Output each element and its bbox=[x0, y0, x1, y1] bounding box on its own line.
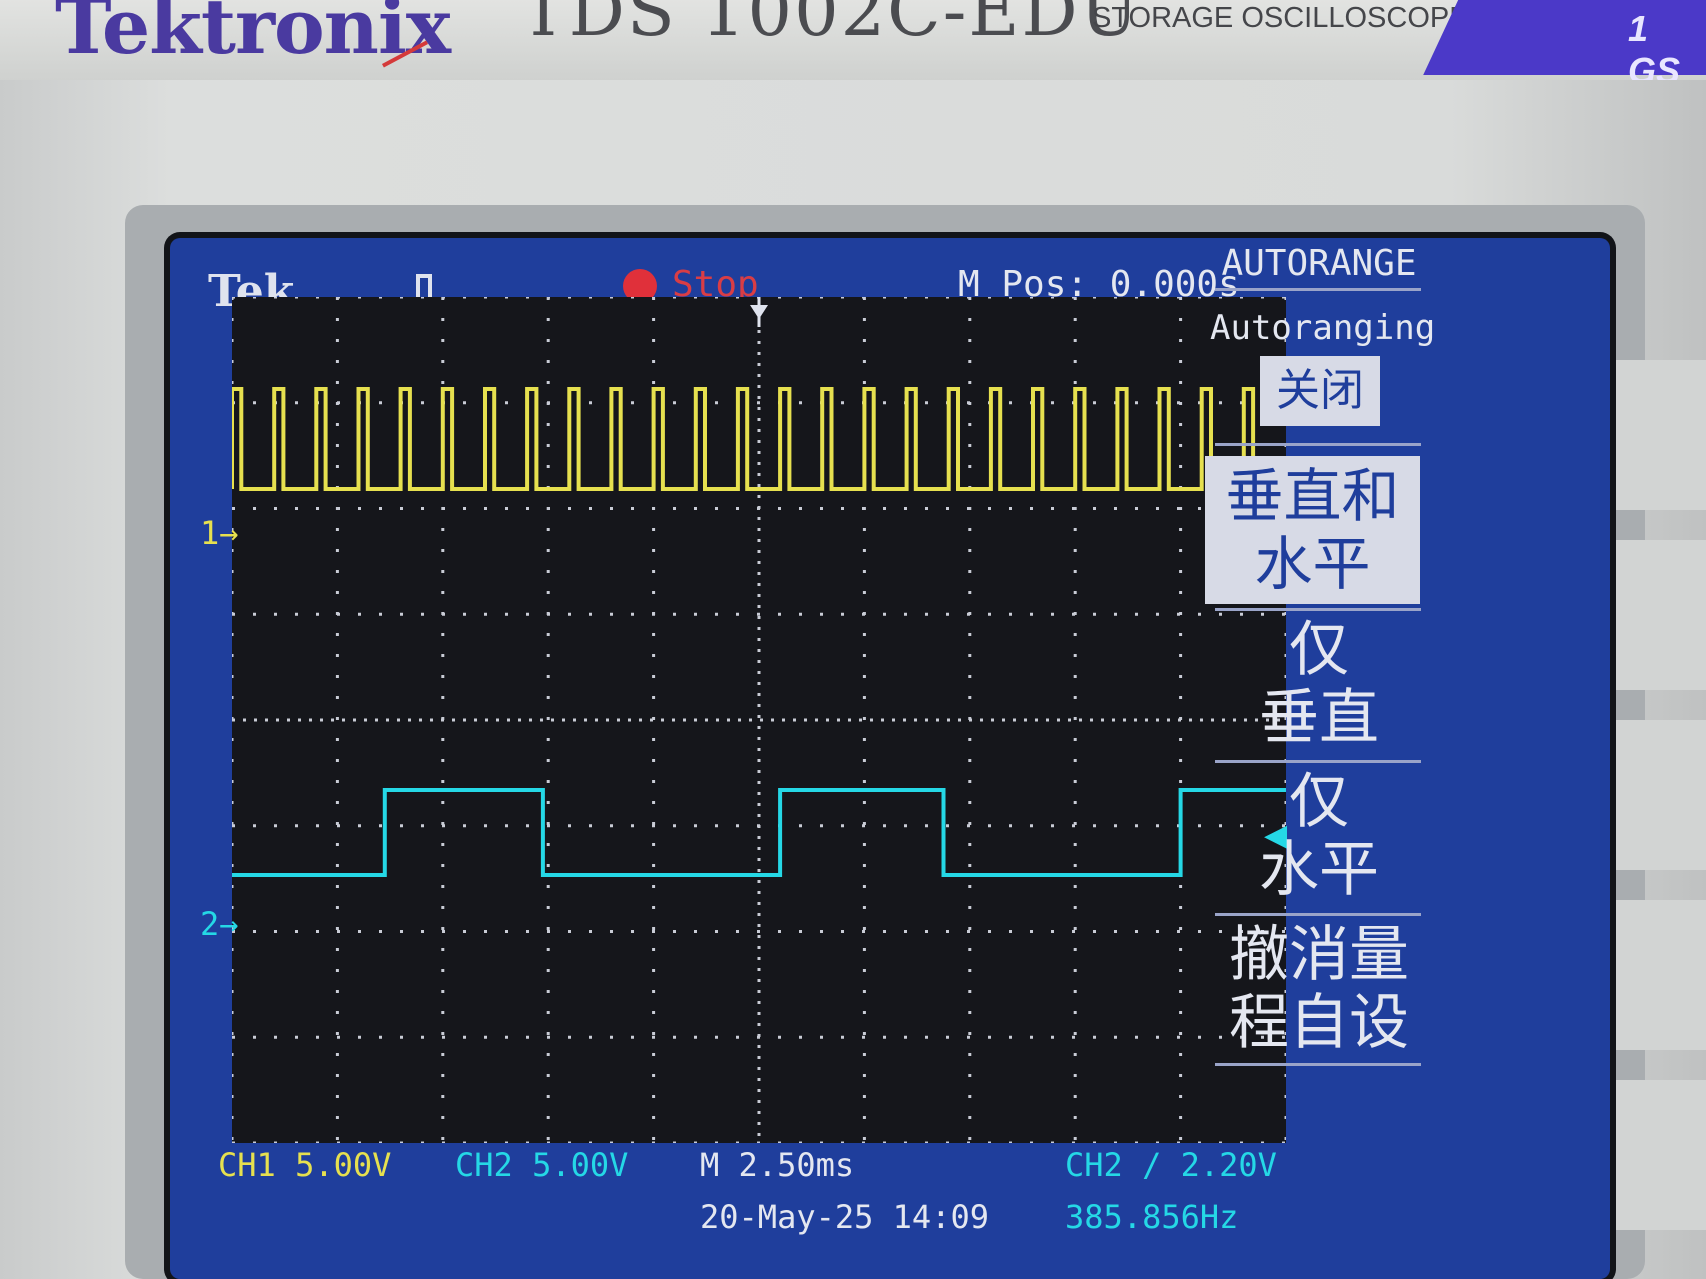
autoranging-label: Autoranging bbox=[1210, 308, 1436, 348]
option-key-1[interactable] bbox=[1600, 360, 1706, 510]
datetime-readout: 20-May-25 14:09 bbox=[700, 1198, 989, 1236]
ch1-label: CH1 bbox=[218, 1146, 276, 1184]
option-key-4[interactable] bbox=[1600, 900, 1706, 1050]
option-key-3[interactable] bbox=[1600, 720, 1706, 870]
menu-divider bbox=[1215, 608, 1421, 611]
model-name: TDS 1002C-EDU bbox=[520, 0, 1141, 52]
ch1-ground-marker: 1→ bbox=[200, 514, 239, 552]
menu-option-line: 仅 bbox=[1289, 615, 1349, 685]
menu-divider bbox=[1215, 760, 1421, 763]
oscilloscope-screen: Tek Stop M Pos: 0.000s 1→ 2→ ◀ CH1 5.00V… bbox=[170, 238, 1610, 1279]
menu-title: AUTORANGE bbox=[1221, 243, 1417, 284]
ch2-waveform bbox=[232, 788, 1286, 877]
device-subtitle: STORAGE OSCILLOSCOPE bbox=[1092, 2, 1469, 34]
ch1-marker-number: 1 bbox=[200, 514, 220, 552]
waveform-display bbox=[230, 295, 1288, 1145]
option-key-2[interactable] bbox=[1600, 540, 1706, 690]
menu-divider bbox=[1215, 443, 1421, 446]
ch2-scale-readout: CH2 5.00V bbox=[455, 1146, 628, 1184]
ch1-scale-readout: CH1 5.00V bbox=[218, 1146, 391, 1184]
frequency-readout: 385.856Hz bbox=[1065, 1198, 1239, 1236]
menu-option-line: 垂直和 bbox=[1225, 462, 1400, 530]
ch2-label: CH2 bbox=[455, 1146, 513, 1184]
menu-option-line: 撤消量 bbox=[1229, 920, 1409, 990]
menu-option-line: 垂直 bbox=[1259, 683, 1379, 753]
ch2-scale: 5.00V bbox=[532, 1146, 629, 1184]
autoranging-value[interactable]: 关闭 bbox=[1260, 356, 1380, 426]
menu-option-undo-autoset[interactable]: 撤消量 程自设 bbox=[1210, 921, 1428, 1057]
menu-option-line: 仅 bbox=[1289, 767, 1349, 837]
menu-option-vertical-and-horizontal[interactable]: 垂直和 水平 bbox=[1205, 456, 1420, 604]
timebase-readout: M 2.50ms bbox=[700, 1146, 855, 1184]
option-key-5[interactable] bbox=[1600, 1080, 1706, 1230]
graticule bbox=[230, 295, 1288, 1145]
menu-divider bbox=[1215, 913, 1421, 916]
menu-option-horizontal-only[interactable]: 仅 水平 bbox=[1210, 768, 1428, 904]
menu-option-vertical-only[interactable]: 仅 垂直 bbox=[1210, 616, 1428, 752]
ch1-scale: 5.00V bbox=[295, 1146, 392, 1184]
menu-option-line: 程自设 bbox=[1229, 988, 1409, 1058]
ch2-marker-number: 2 bbox=[200, 905, 220, 943]
instrument-top-bezel: Tektronix TDS 1002C-EDU STORAGE OSCILLOS… bbox=[0, 0, 1706, 91]
menu-option-line: 水平 bbox=[1254, 530, 1371, 598]
trigger-readout: CH2 ∕ 2.20V bbox=[1065, 1146, 1277, 1184]
menu-option-line: 水平 bbox=[1259, 835, 1379, 905]
menu-divider bbox=[1215, 1063, 1421, 1066]
ch2-ground-marker: 2→ bbox=[200, 905, 239, 943]
menu-divider bbox=[1215, 288, 1421, 291]
